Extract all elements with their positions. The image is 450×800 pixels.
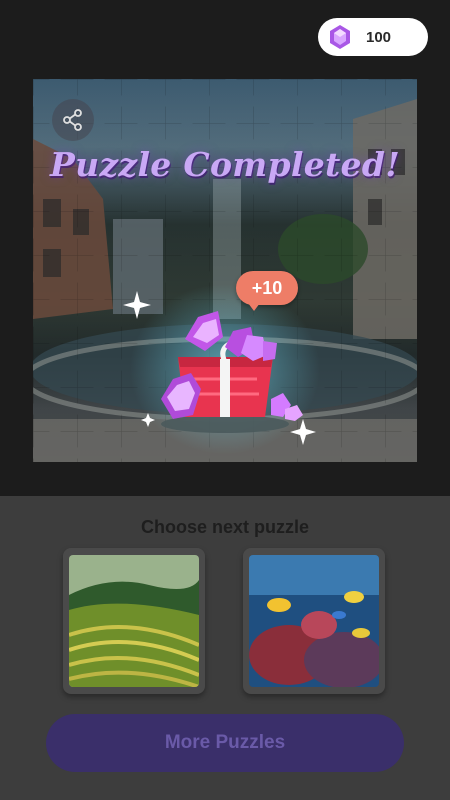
share-button[interactable]: [52, 99, 94, 141]
next-puzzle-thumbnail-coral-reef[interactable]: [243, 548, 385, 694]
purple-gem-icon: [330, 25, 350, 49]
completed-puzzle-board: Puzzle Completed! +10: [33, 79, 417, 462]
choose-next-puzzle-heading: Choose next puzzle: [140, 517, 310, 537]
gem-count: 100: [366, 28, 392, 46]
rice-terraces-image: [69, 555, 199, 687]
reward-bubble: +10: [236, 271, 298, 311]
puzzle-completed-title: Puzzle Completed!: [49, 145, 400, 184]
more-puzzles-button[interactable]: More Puzzles: [46, 714, 404, 772]
share-icon: [63, 109, 82, 131]
puzzle-scene: [33, 79, 417, 462]
coral-reef-image: [249, 555, 379, 687]
gem-counter[interactable]: 100: [318, 18, 428, 56]
next-puzzle-thumbnail-rice-terraces[interactable]: [63, 548, 205, 694]
